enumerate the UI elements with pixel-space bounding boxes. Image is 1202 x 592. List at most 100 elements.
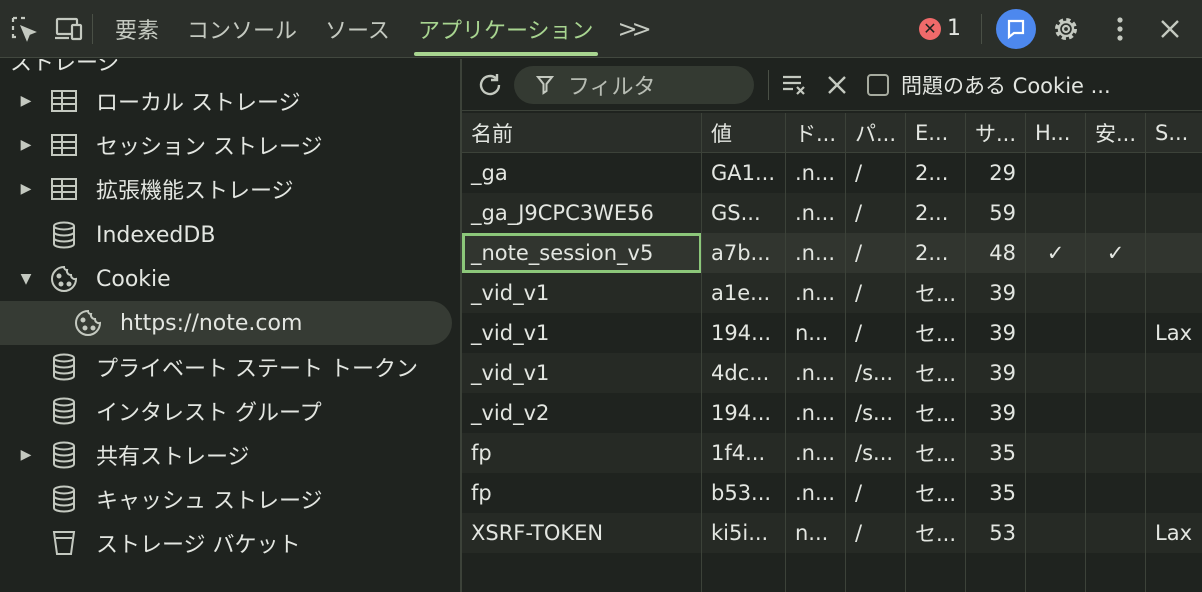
table-row[interactable]: _vid_v1 194... n... / セ... 39 Lax — [462, 313, 1202, 353]
expand-arrow-icon[interactable]: ▶ — [18, 181, 34, 197]
expand-arrow-icon[interactable]: ▶ — [18, 137, 34, 153]
column-header-size[interactable]: サ... — [966, 113, 1026, 152]
bucket-icon — [48, 527, 80, 559]
close-icon[interactable] — [1154, 13, 1186, 45]
sidebar-item-cookie[interactable]: ▼ Cookie — [0, 257, 452, 301]
cell-samesite — [1146, 273, 1202, 313]
cell-httponly — [1026, 473, 1086, 513]
column-header-name[interactable]: 名前 — [462, 113, 702, 152]
cell-size: 48 — [966, 233, 1026, 273]
device-toolbar-icon[interactable] — [52, 13, 84, 45]
more-tabs-button[interactable]: >> — [608, 15, 656, 43]
column-divider[interactable] — [1085, 113, 1086, 592]
table-header: 名前 値 ド... パ... E... サ... H... 安... S... — [462, 113, 1202, 153]
cell-expires: 2... — [906, 153, 966, 193]
column-divider[interactable] — [845, 113, 846, 592]
column-divider[interactable] — [701, 113, 702, 592]
cell-path: / — [846, 233, 906, 273]
tab-elements[interactable]: 要素 — [101, 0, 173, 58]
cell-path: /s... — [846, 393, 906, 433]
tab-application[interactable]: アプリケーション — [404, 0, 608, 58]
database-icon — [48, 483, 80, 515]
column-divider[interactable] — [1025, 113, 1026, 592]
database-icon — [48, 395, 80, 427]
cell-value: 1f4... — [702, 433, 786, 473]
cell-value: 194... — [702, 313, 786, 353]
expand-arrow-icon[interactable]: ▶ — [18, 447, 34, 463]
sidebar-item-cache-storage[interactable]: キャッシュ ストレージ — [0, 477, 452, 521]
column-divider[interactable] — [965, 113, 966, 592]
toolbar-separator — [768, 69, 769, 100]
column-divider[interactable] — [785, 113, 786, 592]
cell-expires: 2... — [906, 193, 966, 233]
error-icon: ✕ — [919, 17, 941, 40]
more-options-icon[interactable] — [1104, 13, 1136, 45]
table-row[interactable]: _vid_v1 4dc... .n.../s... セ... 39 — [462, 353, 1202, 393]
expand-arrow-icon[interactable]: ▶ — [18, 93, 34, 109]
column-header-path[interactable]: パ... — [846, 113, 906, 152]
cell-name: _ga_J9CPC3WE56 — [462, 193, 702, 233]
inspect-element-icon[interactable] — [8, 13, 40, 45]
sidebar-item-label: 共有ストレージ — [96, 445, 250, 470]
sidebar-item-label: プライベート ステート トークン — [96, 357, 418, 382]
cell-value: a7b... — [702, 233, 786, 273]
column-header-secure[interactable]: 安... — [1086, 113, 1146, 152]
table-row[interactable]: fp b53... .n... / セ... 35 — [462, 473, 1202, 513]
sidebar-item-label: IndexedDB — [96, 222, 216, 248]
cell-expires: セ... — [906, 313, 966, 353]
cell-secure — [1086, 513, 1146, 553]
cell-expires: セ... — [906, 513, 966, 553]
tab-console[interactable]: コンソール — [173, 0, 311, 58]
collapse-arrow-icon[interactable]: ▼ — [18, 271, 34, 287]
cell-domain: .n... — [786, 353, 846, 393]
column-divider[interactable] — [905, 113, 906, 592]
table-row[interactable]: _vid_v1 a1e... .n... / セ... 39 — [462, 273, 1202, 313]
cell-name: _vid_v2 — [462, 393, 702, 433]
refresh-icon[interactable] — [474, 69, 506, 101]
table-row[interactable]: _vid_v2 194... .n.../s... セ... 39 — [462, 393, 1202, 433]
database-icon — [48, 439, 80, 471]
cell-size: 53 — [966, 513, 1026, 553]
column-header-value[interactable]: 値 — [702, 113, 786, 152]
only-issue-cookies-checkbox[interactable] — [867, 73, 889, 96]
cell-expires: セ... — [906, 353, 966, 393]
gear-icon[interactable] — [1050, 13, 1082, 45]
sidebar-item-label: 拡張機能ストレージ — [96, 179, 294, 204]
sidebar-item-cookie-note-com[interactable]: https://note.com — [0, 301, 452, 345]
error-badge[interactable]: ✕ 1 — [919, 16, 961, 41]
ai-chat-icon — [1007, 19, 1025, 39]
delete-selected-icon[interactable] — [821, 69, 853, 101]
table-row[interactable]: _note_session_v5 a7b... .n.../2... 48 ✓ ✓ — [462, 233, 1202, 273]
column-header-httponly[interactable]: H... — [1026, 113, 1086, 152]
cell-samesite: Lax — [1155, 521, 1192, 545]
cell-path: / — [846, 313, 906, 353]
column-header-samesite[interactable]: S... — [1146, 113, 1202, 152]
ai-assistant-button[interactable] — [996, 8, 1036, 49]
sidebar-item-shared-storage[interactable]: ▶ 共有ストレージ — [0, 433, 452, 477]
sidebar-item-interest-groups[interactable]: インタレスト グループ — [0, 389, 452, 433]
sidebar-item-indexeddb[interactable]: IndexedDB — [0, 213, 452, 257]
column-divider[interactable] — [1145, 113, 1146, 592]
table-row[interactable]: _ga_J9CPC3WE56 GS... .n.../2... 59 — [462, 193, 1202, 233]
grid-icon — [48, 129, 80, 161]
cell-size: 39 — [966, 313, 1026, 353]
sidebar-item-private-state-tokens[interactable]: プライベート ステート トークン — [0, 345, 452, 389]
sidebar-item-label: ローカル ストレージ — [96, 91, 301, 116]
tab-sources[interactable]: ソース — [311, 0, 404, 58]
sidebar-item-extension-storage[interactable]: ▶ 拡張機能ストレージ — [0, 167, 452, 211]
table-row[interactable]: fp 1f4... .n.../s... セ... 35 — [462, 433, 1202, 473]
cell-samesite — [1146, 473, 1202, 513]
table-row[interactable]: XSRF-TOKEN ki5i... n... / セ... 53 Lax — [462, 513, 1202, 553]
sidebar-item-storage-buckets[interactable]: ストレージ バケット — [0, 521, 452, 565]
cell-expires: セ... — [906, 273, 966, 313]
table-row[interactable]: _ga GA1... .n.../2... 29 — [462, 153, 1202, 193]
cell-samesite — [1146, 393, 1202, 433]
sidebar-item-session-storage[interactable]: ▶ セッション ストレージ — [0, 123, 452, 167]
cell-name: XSRF-TOKEN — [462, 513, 702, 553]
clear-all-cookies-icon[interactable] — [779, 69, 811, 101]
cell-size: 39 — [966, 353, 1026, 393]
sidebar-item-local-storage[interactable]: ▶ ローカル ストレージ — [0, 79, 452, 123]
column-header-domain[interactable]: ド... — [786, 113, 846, 152]
filter-input[interactable]: フィルタ — [514, 65, 754, 104]
column-header-expires[interactable]: E... — [906, 113, 966, 152]
